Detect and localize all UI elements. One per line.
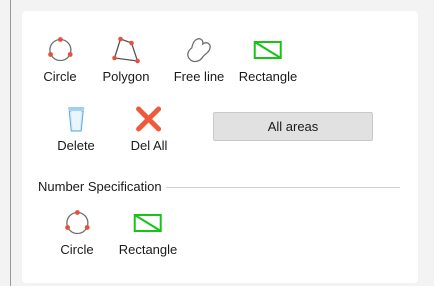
number-rectangle-label: Rectangle — [118, 242, 178, 257]
circle-tool-button[interactable]: Circle — [43, 35, 77, 84]
rectangle-tool-button[interactable]: Rectangle — [238, 35, 298, 84]
number-specification-header: Number Specification — [38, 178, 400, 194]
red-x-icon — [134, 104, 164, 134]
number-rectangle-tool-button[interactable]: Rectangle — [118, 208, 178, 257]
circle-icon — [45, 35, 75, 65]
rectangle-icon — [133, 208, 163, 238]
freeline-tool-button[interactable]: Free line — [173, 35, 225, 84]
number-circle-label: Circle — [60, 242, 94, 257]
rectangle-icon — [253, 35, 283, 65]
window-left-border — [10, 0, 11, 286]
polygon-tool-button[interactable]: Polygon — [102, 35, 150, 84]
polygon-tool-label: Polygon — [102, 69, 150, 84]
trash-icon — [61, 104, 91, 134]
circle-tool-label: Circle — [43, 69, 77, 84]
polygon-icon — [111, 35, 141, 65]
delete-button[interactable]: Delete — [57, 104, 95, 153]
section-title: Number Specification — [38, 178, 162, 194]
section-divider — [165, 187, 400, 188]
freeline-icon — [184, 35, 214, 65]
number-circle-tool-button[interactable]: Circle — [60, 208, 94, 257]
tool-panel: Circle Polygon Free line Rectangle Delet… — [22, 11, 418, 283]
rectangle-tool-label: Rectangle — [238, 69, 298, 84]
delete-all-label: Del All — [130, 138, 168, 153]
freeline-tool-label: Free line — [173, 69, 225, 84]
all-areas-button[interactable]: All areas — [213, 112, 373, 141]
delete-label: Delete — [57, 138, 95, 153]
circle-icon — [62, 208, 92, 238]
delete-all-button[interactable]: Del All — [130, 104, 168, 153]
